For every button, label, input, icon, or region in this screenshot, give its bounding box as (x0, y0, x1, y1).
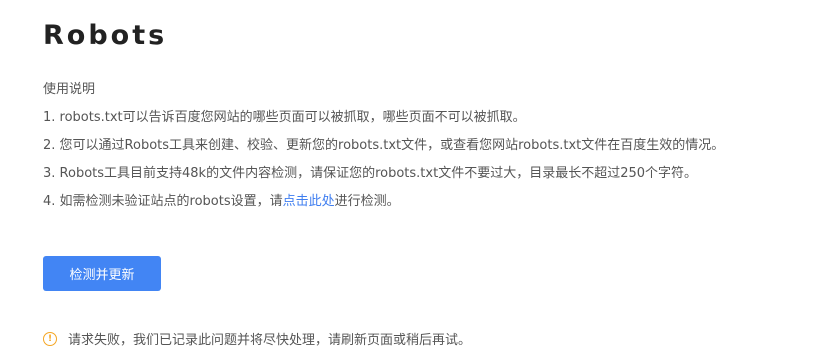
instruction-item-1: 1. robots.txt可以告诉百度您网站的哪些页面可以被抓取，哪些页面不可以… (43, 110, 526, 125)
instruction-item-4-suffix: 进行检测。 (334, 194, 400, 209)
page-title: Robots (43, 20, 168, 51)
error-text: 请求失败，我们已记录此问题并将尽快处理，请刷新页面或稍后再试。 (68, 333, 472, 348)
instruction-item-4: 4. 如需检测未验证站点的robots设置，请点击此处进行检测。 (43, 188, 724, 216)
click-here-link[interactable]: 点击此处 (283, 194, 335, 209)
warning-icon: ! (43, 331, 57, 346)
instruction-item-3: 3. Robots工具目前支持48k的文件内容检测，请保证您的robots.tx… (43, 166, 698, 181)
usage-instructions: 使用说明 1. robots.txt可以告诉百度您网站的哪些页面可以被抓取，哪些… (43, 76, 724, 216)
instructions-heading: 使用说明 (43, 82, 96, 97)
instruction-item-4-text: 4. 如需检测未验证站点的robots设置，请 (43, 194, 283, 209)
error-message: ! 请求失败，我们已记录此问题并将尽快处理，请刷新页面或稍后再试。 (43, 329, 471, 348)
check-and-update-button[interactable]: 检测并更新 (43, 256, 161, 291)
instruction-item-2: 2. 您可以通过Robots工具来创建、校验、更新您的robots.txt文件，… (43, 138, 725, 153)
